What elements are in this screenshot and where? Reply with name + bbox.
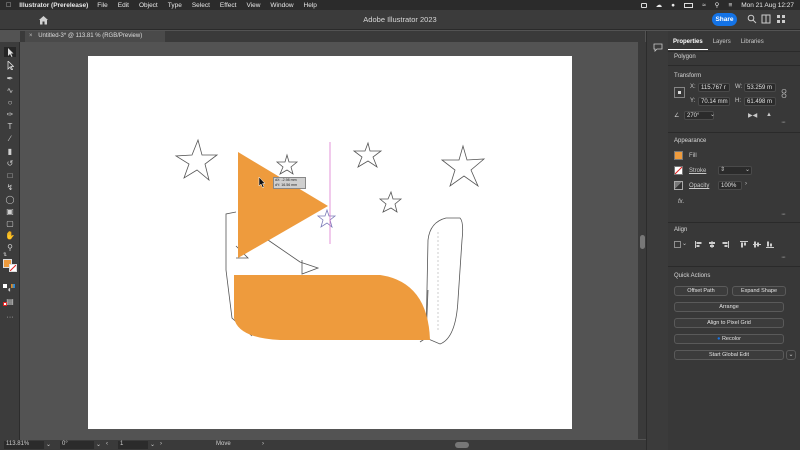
more-options-icon[interactable]: ··· [781, 119, 786, 126]
y-position-field[interactable]: 70.14 mm [698, 97, 730, 106]
height-field[interactable]: 61.498 m [744, 97, 776, 106]
stepper-icon[interactable]: ⇕ [720, 166, 725, 173]
horizontal-scrollbar-thumb[interactable] [455, 442, 469, 448]
first-artboard-icon[interactable]: ‹ [106, 441, 108, 447]
panel-icon-strip [646, 31, 668, 450]
chevron-right-icon[interactable]: › [745, 181, 747, 187]
boat-sketch [267, 239, 320, 275]
quick-actions-heading: Quick Actions [674, 273, 711, 279]
recolor-label: Recolor [721, 336, 741, 342]
properties-panel: Properties Layers Libraries Polygon Tran… [668, 31, 800, 450]
align-left-icon[interactable] [695, 241, 703, 248]
stroke-label[interactable]: Stroke [689, 168, 706, 174]
rotation-field[interactable]: 0° [60, 441, 94, 449]
y-label: Y: [690, 98, 696, 104]
status-arrow-icon[interactable]: › [262, 441, 264, 447]
tooltip-dy: dY: 16.56 mm [275, 183, 298, 187]
status-bar: 113.81% ⌄ 0° ⌄ ‹ 1 ⌄ › Move › [0, 440, 646, 450]
chevron-down-icon[interactable]: ⌄ [745, 166, 750, 173]
tab-layers[interactable]: Layers [708, 34, 736, 50]
align-bottom-icon[interactable] [766, 241, 774, 248]
divider [668, 266, 800, 267]
expand-shape-button[interactable]: Expand Shape [732, 286, 786, 296]
star-shape [378, 190, 403, 213]
divider [668, 65, 800, 66]
x-label: X: [690, 84, 696, 90]
cursor-icon [258, 177, 266, 188]
chevron-down-icon[interactable]: ⌄ [46, 441, 51, 448]
chevron-down-icon[interactable]: ⌄ [682, 240, 687, 247]
align-top-icon[interactable] [740, 241, 748, 248]
opacity-label[interactable]: Opacity [689, 183, 709, 189]
boat-sketch [425, 217, 464, 345]
start-global-edit-button[interactable]: Start Global Edit [674, 350, 784, 360]
artboard-number-field[interactable]: 1 [118, 441, 148, 449]
vertical-scrollbar[interactable] [638, 42, 646, 439]
scrollbar-thumb[interactable] [640, 235, 645, 249]
selection-type-label: Polygon [674, 54, 696, 60]
fx-icon[interactable]: fx. [678, 199, 684, 205]
offset-path-button[interactable]: Offset Path [674, 286, 728, 296]
align-to-pixel-grid-button[interactable]: Align to Pixel Grid [674, 318, 784, 328]
x-position-field[interactable]: 115.767 r [698, 83, 730, 92]
star-shape [316, 208, 337, 229]
global-edit-options-button[interactable]: ⌄ [786, 350, 796, 360]
fill-label: Fill [689, 153, 697, 159]
divider [668, 132, 800, 133]
measurement-tooltip: dX: -2.98 mm dY: 16.56 mm [273, 177, 306, 189]
opacity-field[interactable]: 100% [718, 181, 742, 190]
arrange-button[interactable]: Arrange [674, 302, 784, 312]
fill-swatch[interactable] [674, 151, 683, 160]
tab-libraries[interactable]: Libraries [736, 34, 769, 50]
star-shape [440, 144, 486, 188]
comments-icon[interactable] [653, 43, 663, 52]
h-label: H: [735, 98, 741, 104]
align-vertical-center-icon[interactable] [753, 241, 761, 248]
chevron-down-icon[interactable]: ⌄ [96, 441, 101, 448]
align-horizontal-center-icon[interactable] [708, 241, 716, 248]
zoom-field[interactable]: 113.81% [4, 441, 44, 449]
align-heading: Align [674, 227, 688, 233]
next-artboard-icon[interactable]: › [160, 441, 162, 447]
recolor-icon: ● [717, 336, 721, 342]
opacity-icon [674, 181, 683, 190]
align-right-icon[interactable] [721, 241, 729, 248]
width-field[interactable]: 53.259 m [744, 83, 776, 92]
chevron-down-icon[interactable]: ⌄ [150, 441, 155, 448]
recolor-button[interactable]: ● Recolor [674, 334, 784, 344]
star-shape [275, 153, 299, 175]
boat-hull-shape [234, 275, 430, 340]
more-options-icon[interactable]: ··· [781, 211, 786, 218]
w-label: W: [735, 84, 743, 90]
tool-status-text[interactable]: Move [216, 441, 231, 447]
align-to-icon[interactable] [674, 241, 682, 248]
chevron-down-icon[interactable]: ⌄ [710, 111, 715, 118]
flip-vertical-icon[interactable]: ▲ [766, 112, 772, 118]
star-shape [174, 138, 219, 182]
constrain-proportions-icon[interactable] [781, 89, 787, 98]
transform-heading: Transform [674, 73, 702, 79]
divider [668, 222, 800, 223]
illustrator-window:  Illustrator (Prerelease) File Edit Obj… [0, 0, 800, 450]
divider [668, 51, 800, 52]
star-shape [352, 141, 383, 169]
reference-point-icon[interactable] [674, 87, 685, 98]
appearance-heading: Appearance [674, 138, 707, 144]
panel-tabs: Properties Layers Libraries [668, 34, 800, 50]
tab-properties[interactable]: Properties [668, 34, 708, 50]
rotate-icon: ∠ [674, 113, 680, 119]
flip-horizontal-icon[interactable]: ▶◀ [748, 112, 757, 119]
stroke-swatch[interactable] [674, 166, 683, 175]
more-options-icon[interactable]: ··· [781, 254, 786, 261]
